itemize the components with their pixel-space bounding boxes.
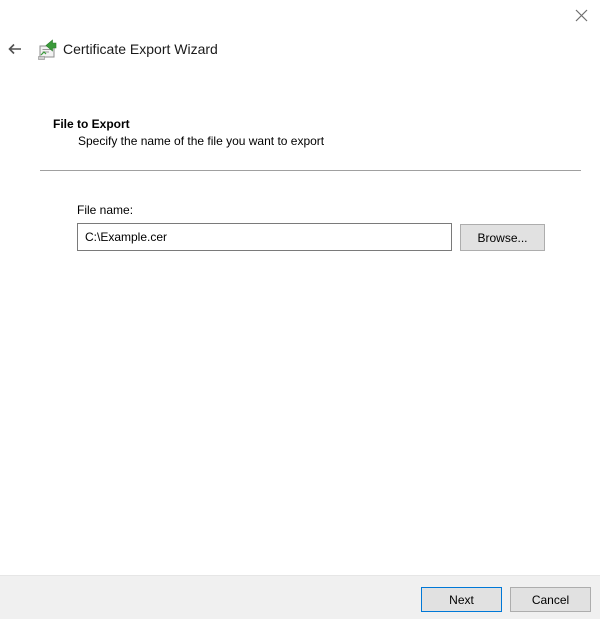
header-divider xyxy=(40,170,581,171)
certificate-icon xyxy=(38,39,57,60)
close-button[interactable] xyxy=(566,4,596,26)
browse-button[interactable]: Browse... xyxy=(460,224,545,251)
file-name-label: File name: xyxy=(77,203,134,217)
file-name-input[interactable] xyxy=(77,223,452,251)
close-icon xyxy=(575,9,587,21)
back-button[interactable] xyxy=(4,38,26,60)
footer-bar: Next Cancel xyxy=(0,575,600,619)
cancel-button[interactable]: Cancel xyxy=(510,587,591,612)
back-arrow-icon xyxy=(8,43,21,55)
section-title: File to Export xyxy=(53,117,130,131)
next-button[interactable]: Next xyxy=(421,587,502,612)
wizard-title: Certificate Export Wizard xyxy=(63,41,218,57)
section-subtitle: Specify the name of the file you want to… xyxy=(78,134,325,148)
